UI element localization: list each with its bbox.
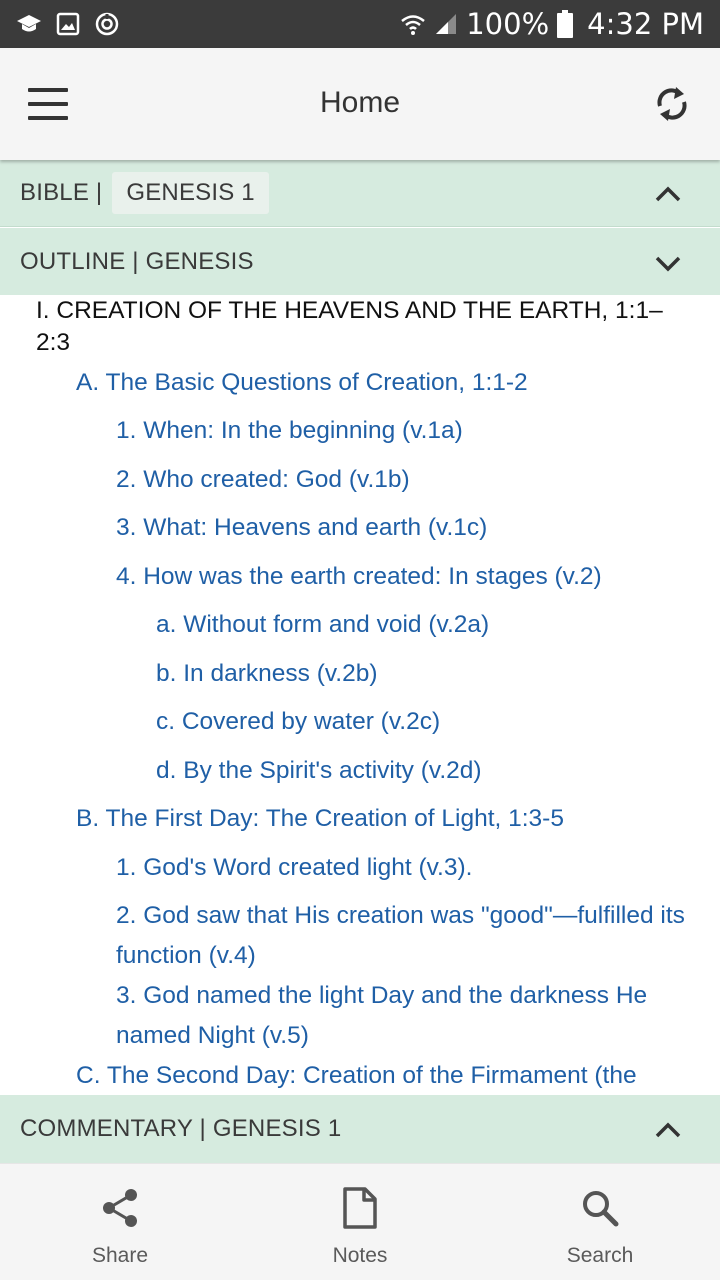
refresh-icon[interactable] xyxy=(652,82,692,126)
outline-item[interactable]: 1. When: In the beginning (v.1a) xyxy=(116,411,704,451)
chevron-up-icon[interactable] xyxy=(654,1119,682,1139)
outline-item[interactable]: 3. God named the light Day and the darkn… xyxy=(116,976,704,1056)
bottom-nav: Share Notes Search xyxy=(0,1163,720,1280)
chevron-down-icon[interactable] xyxy=(654,252,682,272)
signal-icon xyxy=(434,12,458,36)
share-icon xyxy=(98,1186,142,1230)
share-button[interactable]: Share xyxy=(40,1164,200,1280)
status-time: 4:32 PM xyxy=(587,7,704,41)
sync-status-icon xyxy=(94,11,120,37)
share-label: Share xyxy=(91,1244,149,1267)
bible-section-header[interactable]: BIBLE | GENESIS 1 xyxy=(0,160,720,227)
outline-item[interactable]: a. Without form and void (v.2a) xyxy=(156,605,704,645)
notes-label: Notes xyxy=(332,1244,388,1267)
wifi-icon xyxy=(400,12,426,36)
outline-item[interactable]: 2. God saw that His creation was "good"—… xyxy=(116,896,704,976)
outline-item[interactable]: B. The First Day: The Creation of Light,… xyxy=(76,799,704,839)
image-icon xyxy=(56,12,80,36)
search-label: Search xyxy=(566,1244,634,1267)
outline-item[interactable]: d. By the Spirit's activity (v.2d) xyxy=(156,751,704,791)
bible-label: BIBLE | xyxy=(20,179,103,206)
outline-item[interactable]: C. The Second Day: Creation of the Firma… xyxy=(76,1056,704,1095)
search-icon xyxy=(578,1186,622,1230)
outline-item[interactable]: 2. Who created: God (v.1b) xyxy=(116,460,704,500)
battery-percent: 100% xyxy=(466,7,550,41)
document-icon xyxy=(338,1186,382,1230)
battery-icon xyxy=(557,10,574,38)
outline-item[interactable]: c. Covered by water (v.2c) xyxy=(156,702,704,742)
chevron-up-icon[interactable] xyxy=(654,183,682,203)
commentary-label: COMMENTARY | GENESIS 1 xyxy=(20,1115,342,1142)
outline-content[interactable]: I. CREATION OF THE HEAVENS AND THE EARTH… xyxy=(0,295,720,1095)
outline-item[interactable]: 3. What: Heavens and earth (v.1c) xyxy=(116,508,704,548)
outline-item[interactable]: 4. How was the earth created: In stages … xyxy=(116,557,704,597)
graduation-cap-icon xyxy=(16,13,42,35)
outline-label: OUTLINE | GENESIS xyxy=(20,247,254,275)
outline-section-header[interactable]: OUTLINE | GENESIS xyxy=(0,228,720,295)
app-bar: Home xyxy=(0,48,720,160)
outline-item[interactable]: 1. God's Word created light (v.3). xyxy=(116,848,704,888)
commentary-section-header[interactable]: COMMENTARY | GENESIS 1 xyxy=(0,1095,720,1163)
page-title: Home xyxy=(319,86,401,119)
search-button[interactable]: Search xyxy=(520,1164,680,1280)
notes-button[interactable]: Notes xyxy=(280,1164,440,1280)
outline-item[interactable]: b. In darkness (v.2b) xyxy=(156,654,704,694)
outline-item[interactable]: A. The Basic Questions of Creation, 1:1-… xyxy=(76,363,704,403)
status-bar: 100% 4:32 PM xyxy=(0,0,720,48)
book-chip[interactable]: GENESIS 1 xyxy=(112,172,269,214)
outline-heading: I. CREATION OF THE HEAVENS AND THE EARTH… xyxy=(36,297,663,356)
